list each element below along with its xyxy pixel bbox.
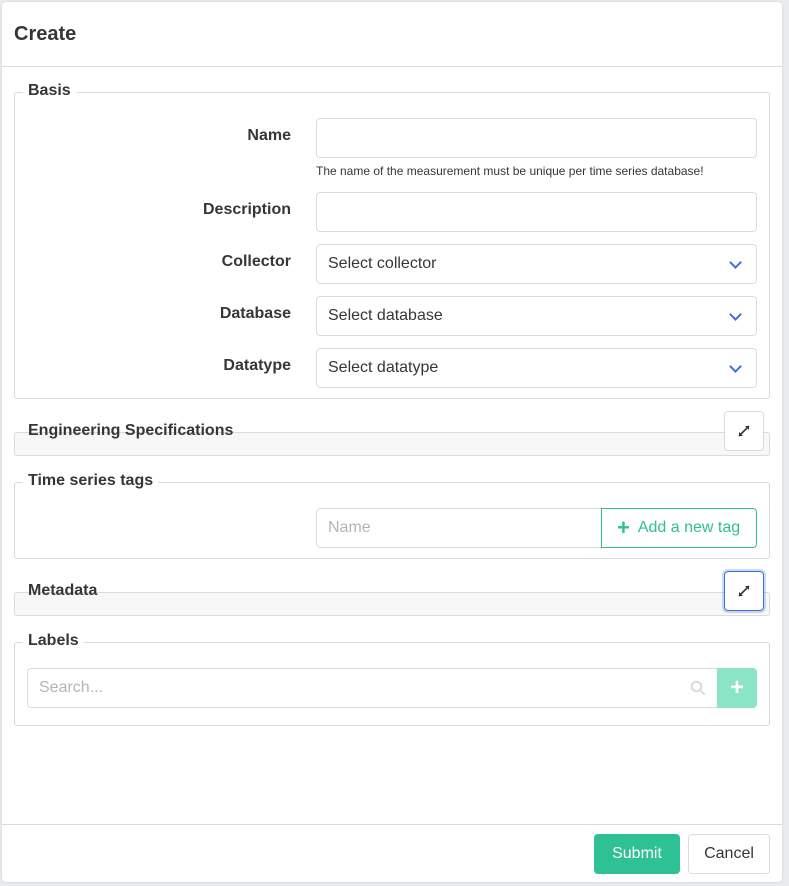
description-label: Description bbox=[202, 201, 291, 218]
datatype-select[interactable]: Select datatype bbox=[316, 348, 757, 388]
labels-legend: Labels bbox=[23, 631, 84, 651]
plus-icon: + bbox=[617, 515, 630, 540]
labels-fieldset: Labels + bbox=[14, 631, 770, 726]
modal-title: Create bbox=[14, 23, 77, 45]
engineering-expand-button[interactable] bbox=[724, 411, 764, 451]
datatype-select-value: Select datatype bbox=[328, 359, 439, 376]
engineering-legend: Engineering Specifications bbox=[28, 422, 234, 439]
database-select[interactable]: Select database bbox=[316, 296, 757, 336]
collector-select[interactable]: Select collector bbox=[316, 244, 757, 284]
create-modal: Create Basis Name The name of the measur… bbox=[2, 2, 782, 882]
collector-label: Collector bbox=[221, 253, 291, 270]
name-help-text: The name of the measurement must be uniq… bbox=[316, 164, 704, 178]
name-label: Name bbox=[247, 127, 291, 144]
metadata-expand-button[interactable] bbox=[724, 571, 764, 611]
datatype-label: Datatype bbox=[223, 357, 291, 374]
cancel-button[interactable]: Cancel bbox=[688, 834, 770, 874]
add-label-button[interactable]: + bbox=[717, 668, 757, 708]
basis-fieldset: Basis Name The name of the measurement m… bbox=[14, 81, 770, 399]
add-tag-button[interactable]: + Add a new tag bbox=[601, 508, 757, 548]
engineering-fieldset: Engineering Specifications bbox=[14, 422, 770, 456]
submit-button[interactable]: Submit bbox=[594, 834, 680, 874]
tags-legend: Time series tags bbox=[23, 471, 159, 491]
tags-fieldset: Time series tags + Add a new tag bbox=[14, 471, 770, 559]
description-input[interactable] bbox=[316, 192, 757, 232]
plus-icon: + bbox=[729, 674, 744, 701]
basis-legend: Basis bbox=[23, 81, 76, 101]
name-input[interactable] bbox=[316, 118, 757, 158]
expand-icon bbox=[738, 585, 750, 597]
add-tag-label: Add a new tag bbox=[637, 519, 741, 536]
expand-icon bbox=[738, 425, 750, 437]
metadata-legend: Metadata bbox=[28, 582, 98, 599]
chevron-down-icon bbox=[729, 256, 742, 269]
labels-search-input[interactable] bbox=[27, 668, 718, 708]
tag-name-input[interactable] bbox=[316, 508, 602, 548]
database-label: Database bbox=[219, 305, 291, 322]
metadata-fieldset: Metadata bbox=[14, 582, 770, 616]
chevron-down-icon bbox=[729, 360, 742, 373]
search-icon bbox=[690, 680, 706, 696]
modal-footer: Submit Cancel bbox=[2, 824, 782, 882]
chevron-down-icon bbox=[729, 308, 742, 321]
collector-select-value: Select collector bbox=[328, 255, 437, 272]
modal-header: Create bbox=[2, 2, 782, 67]
database-select-value: Select database bbox=[328, 307, 443, 324]
